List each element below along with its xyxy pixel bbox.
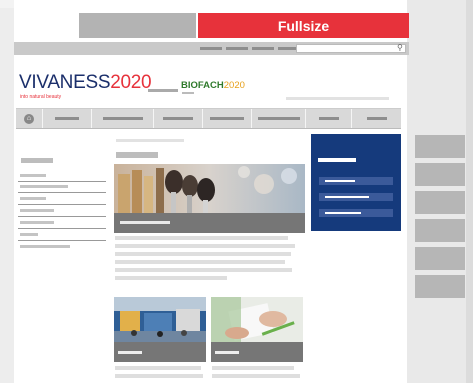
- side-button[interactable]: [415, 163, 465, 186]
- sidemenu-title: [21, 158, 53, 163]
- text-line: [115, 268, 292, 272]
- vivaness-name: VIVANESS: [19, 72, 111, 93]
- nav-item-2[interactable]: [92, 109, 154, 128]
- side-button[interactable]: [415, 219, 465, 242]
- sidemenu-item-label: [20, 245, 70, 248]
- nav-home[interactable]: ⌂: [16, 109, 43, 128]
- teaser-box[interactable]: [311, 134, 401, 231]
- text-line: [212, 366, 294, 370]
- news-thumbnail-hall[interactable]: [114, 297, 206, 343]
- tab-mobile-view[interactable]: [79, 13, 196, 38]
- nav-item-7-label: [366, 117, 387, 120]
- news-thumbnail-meeting[interactable]: [211, 297, 303, 343]
- nav-item-5-label: [257, 117, 300, 120]
- teaser-link-label: [325, 180, 355, 182]
- utility-link-1[interactable]: [200, 47, 222, 50]
- news-thumbnail-caption-text: [118, 351, 142, 354]
- text-line: [115, 260, 285, 264]
- nav-item-5[interactable]: [252, 109, 306, 128]
- search-input[interactable]: [296, 44, 406, 53]
- tab-fullsize-label: Fullsize: [277, 17, 330, 34]
- utility-link-2[interactable]: [226, 47, 248, 50]
- sidemenu-item[interactable]: [18, 241, 106, 252]
- nav-item-4-label: [210, 117, 244, 120]
- sidemenu-item-label: [20, 233, 38, 236]
- sidemenu-item[interactable]: [18, 205, 106, 217]
- content-heading: [116, 152, 158, 158]
- side-button[interactable]: [415, 275, 465, 298]
- text-line: [115, 244, 295, 248]
- nav-item-1[interactable]: [43, 109, 92, 128]
- sidemenu-item[interactable]: [18, 229, 106, 241]
- hero-caption-text: [120, 221, 170, 224]
- nav-item-6-label: [318, 117, 339, 120]
- vivaness-tagline: into natural beauty: [20, 94, 62, 100]
- logo-divider: [148, 89, 178, 92]
- teaser-box-title: [318, 158, 356, 162]
- search-icon[interactable]: ⚲: [397, 43, 407, 53]
- teaser-link[interactable]: [319, 193, 393, 201]
- biofach-logo[interactable]: BIOFACH2020: [181, 81, 245, 91]
- side-button[interactable]: [415, 247, 465, 270]
- sidemenu-item[interactable]: [18, 181, 106, 193]
- vivaness-logo[interactable]: VIVANESS2020: [19, 72, 152, 93]
- biofach-name: BIOFACH: [181, 80, 224, 91]
- text-line: [212, 374, 300, 378]
- meeting-illustration: [211, 297, 303, 343]
- text-line: [115, 374, 203, 378]
- biofach-subline: [182, 92, 194, 94]
- teaser-link[interactable]: [319, 209, 393, 217]
- tab-fullsize[interactable]: Fullsize: [198, 13, 409, 38]
- sidemenu-item[interactable]: [18, 217, 106, 229]
- sidemenu-item-label: [20, 197, 46, 200]
- nav-item-6[interactable]: [306, 109, 352, 128]
- text-line: [115, 236, 288, 240]
- utility-link-3[interactable]: [252, 47, 274, 50]
- nav-item-3[interactable]: [154, 109, 203, 128]
- breadcrumb[interactable]: [116, 139, 184, 142]
- sidemenu-item-label: [20, 174, 46, 177]
- nav-item-3-label: [163, 117, 193, 120]
- teaser-link-label: [325, 212, 361, 214]
- vivaness-year: 2020: [110, 72, 152, 93]
- header-right-link[interactable]: [286, 97, 389, 100]
- nav-item-4[interactable]: [203, 109, 252, 128]
- text-line: [115, 276, 227, 280]
- side-button[interactable]: [415, 191, 465, 214]
- teaser-link-label: [325, 196, 369, 198]
- nav-item-2-label: [102, 117, 143, 120]
- home-icon: ⌂: [24, 113, 34, 124]
- nav-item-1-label: [55, 117, 79, 120]
- scrollbar-track[interactable]: [466, 0, 473, 383]
- side-button[interactable]: [415, 135, 465, 158]
- text-line: [115, 366, 201, 370]
- teaser-link[interactable]: [319, 177, 393, 185]
- sidemenu-item-label: [20, 209, 54, 212]
- sidemenu-item-label: [20, 185, 68, 188]
- text-line: [115, 252, 291, 256]
- nav-item-7[interactable]: [352, 109, 401, 128]
- biofach-year: 2020: [223, 80, 245, 91]
- news-thumbnail-caption-text: [215, 351, 239, 354]
- main-nav: ⌂: [16, 108, 401, 129]
- sidemenu-item[interactable]: [18, 193, 106, 205]
- exhibition-hall-illustration: [114, 297, 206, 343]
- sidemenu-item-label: [20, 221, 54, 224]
